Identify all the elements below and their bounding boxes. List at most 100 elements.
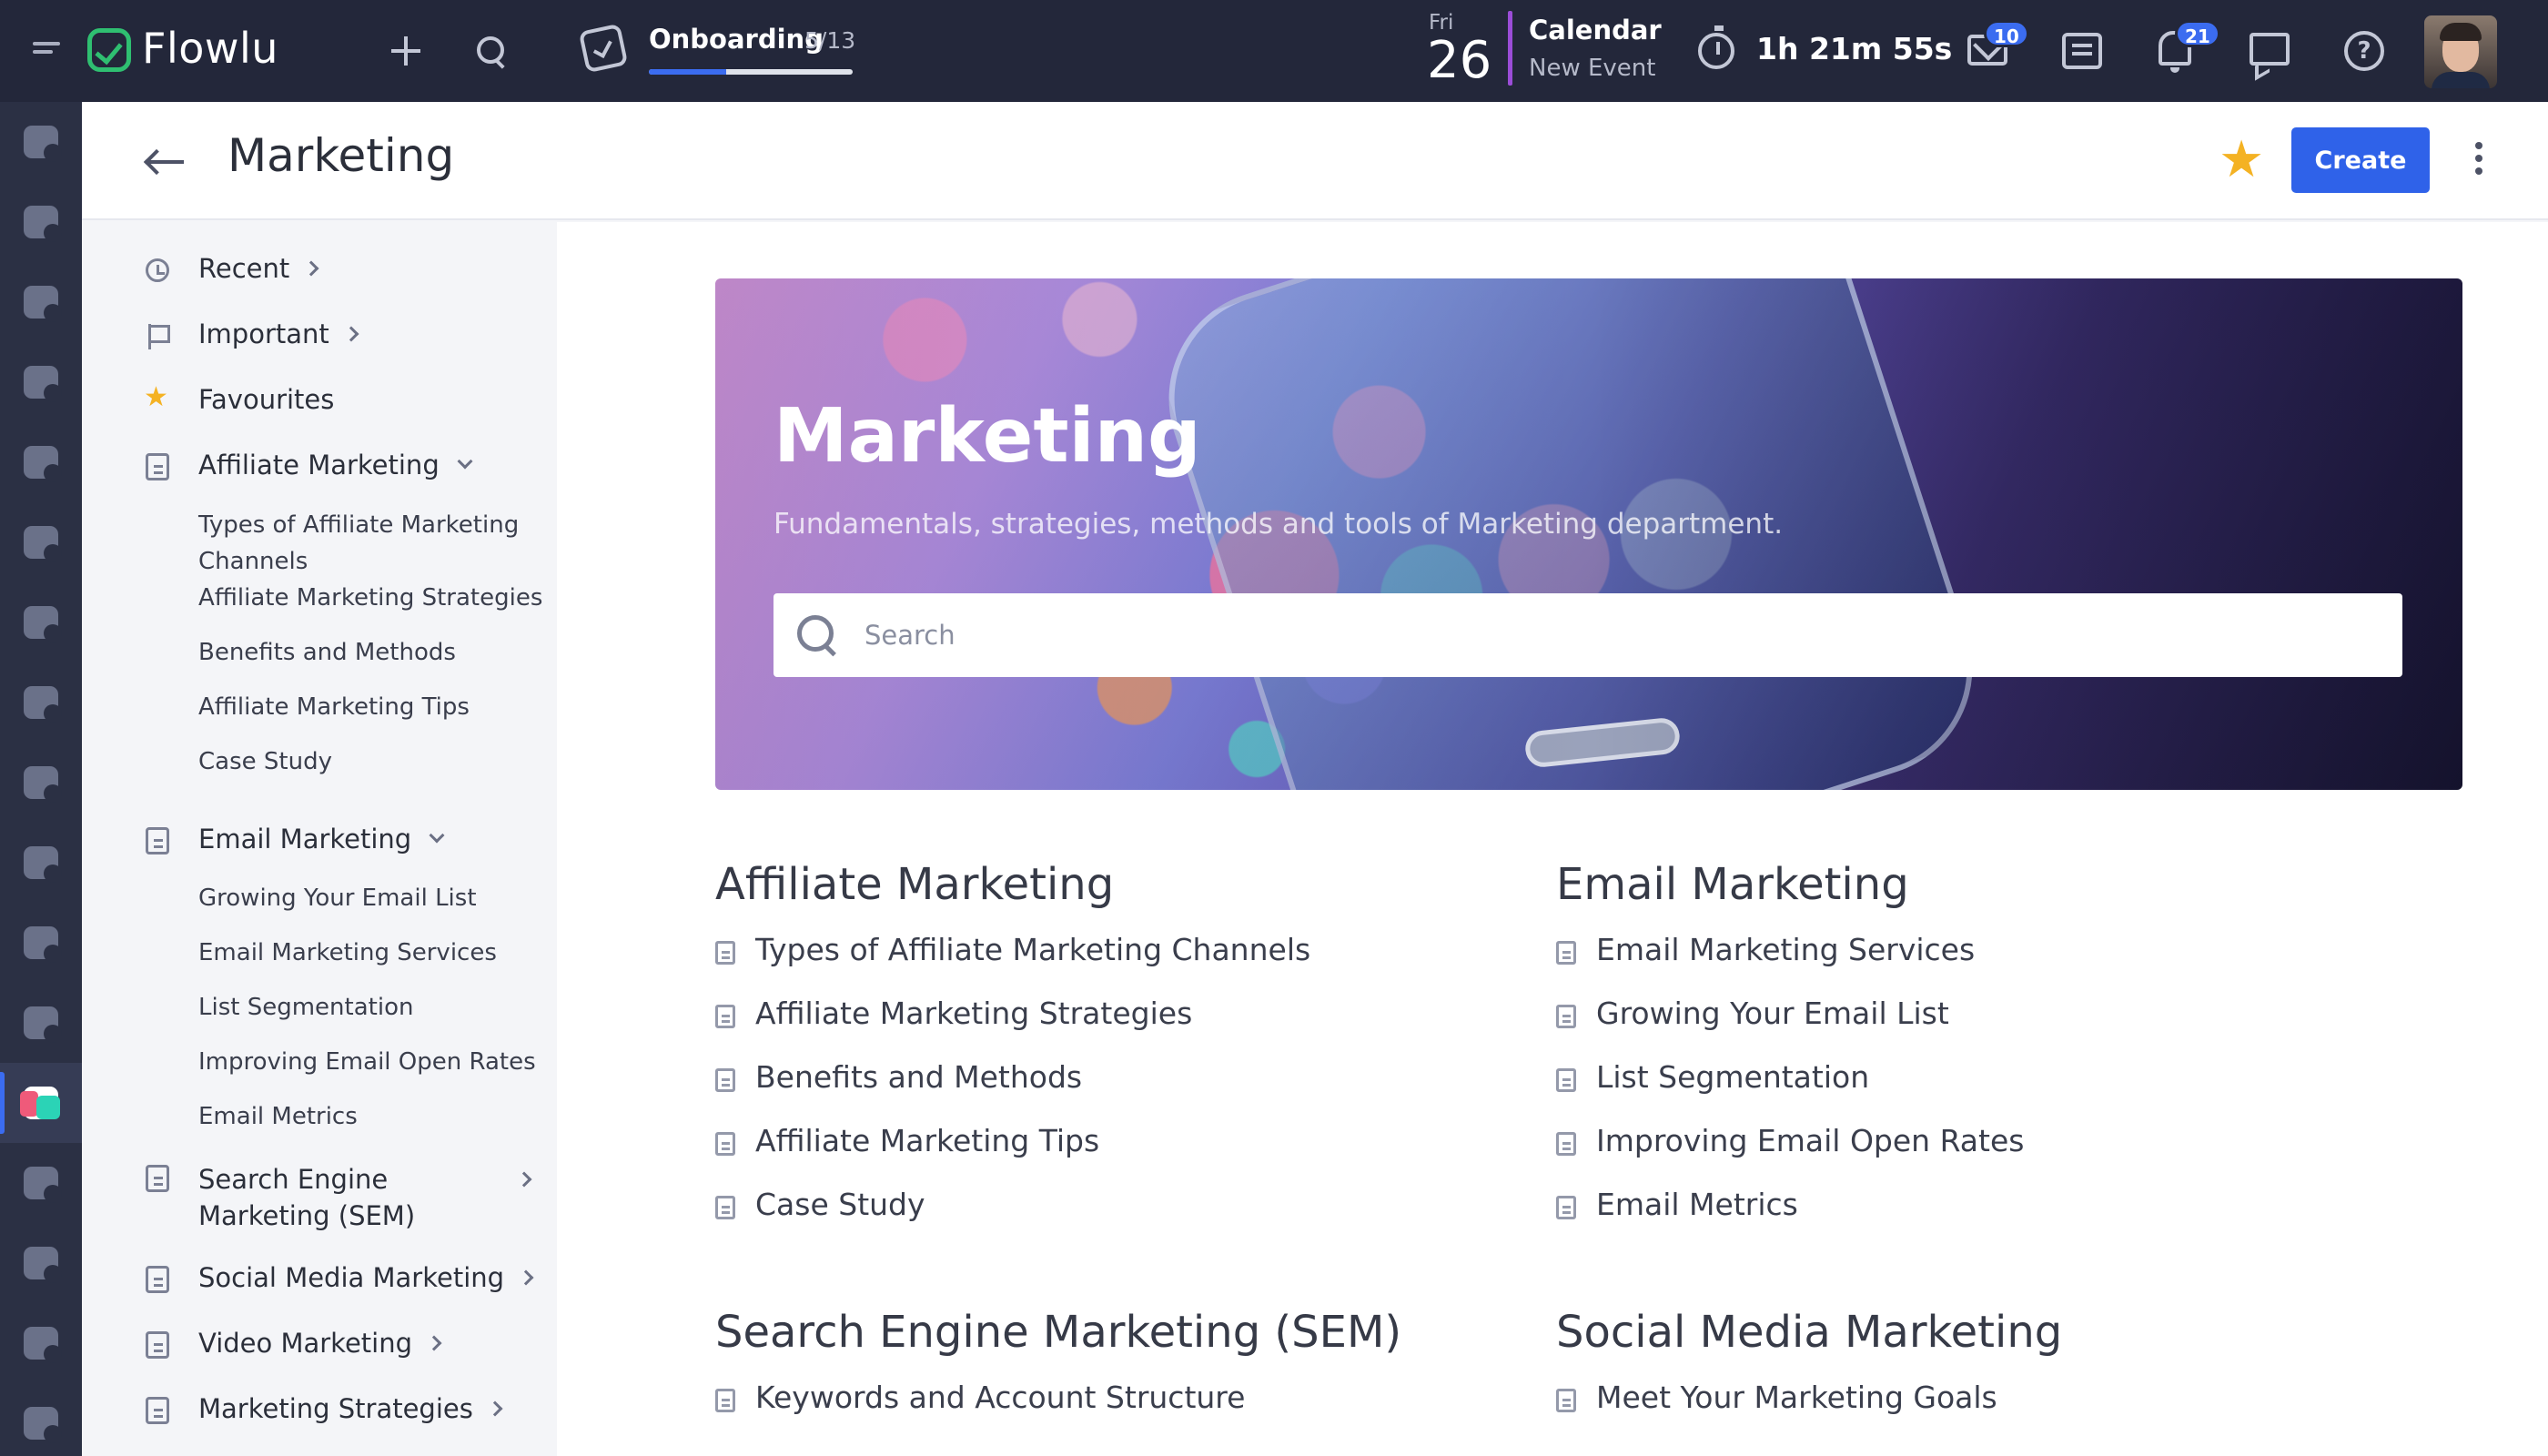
article-link[interactable]: Growing Your Email List (1556, 996, 2375, 1059)
module-icon (24, 286, 62, 322)
rail-item-4[interactable] (0, 342, 82, 422)
section-title[interactable]: Search Engine Marketing (SEM) (715, 1307, 1534, 1358)
tree-label: Marketing Strategies (198, 1393, 473, 1424)
module-icon (24, 846, 62, 883)
document-icon (146, 1331, 169, 1359)
chevron-right-icon (343, 326, 359, 342)
hero-subtitle: Fundamentals, strategies, methods and to… (774, 508, 1784, 541)
article-link[interactable]: Keywords and Account Structure (715, 1380, 1534, 1443)
search-icon[interactable] (475, 35, 508, 67)
document-icon (146, 1165, 169, 1192)
create-button[interactable]: Create (2291, 127, 2430, 193)
section-title[interactable]: Affiliate Marketing (715, 859, 1534, 910)
tree-subitem[interactable]: Growing Your Email List (198, 880, 544, 916)
chevron-right-icon (518, 1269, 534, 1286)
tree-label: Email Marketing (198, 824, 412, 854)
notes-icon[interactable] (2062, 33, 2102, 69)
rail-item-8[interactable] (0, 662, 82, 743)
rail-item-1[interactable] (0, 102, 82, 182)
rail-item-12[interactable] (0, 983, 82, 1063)
section-title[interactable]: Email Marketing (1556, 859, 2375, 910)
section-social-media-marketing: Social Media Marketing Meet Your Marketi… (1556, 1307, 2375, 1443)
tree-subitem[interactable]: Benefits and Methods (198, 634, 544, 671)
article-link[interactable]: Case Study (715, 1187, 1534, 1250)
page-title: Marketing (228, 129, 455, 182)
module-icon (24, 126, 62, 162)
section-title[interactable]: Social Media Marketing (1556, 1307, 2375, 1358)
tree-subitem[interactable]: Email Marketing Services (198, 935, 544, 971)
tree-subitem[interactable]: Improving Email Open Rates (198, 1044, 544, 1080)
module-icon (24, 526, 62, 562)
timer-value[interactable]: 1h 21m 55s (1756, 31, 1952, 66)
help-icon[interactable]: ? (2344, 31, 2384, 71)
search-box[interactable] (774, 593, 2402, 677)
rail-item-17[interactable] (0, 1383, 82, 1456)
flowlu-logo-icon[interactable] (87, 28, 131, 72)
document-icon (146, 827, 169, 854)
document-icon (1556, 1005, 1576, 1028)
rail-item-10[interactable] (0, 823, 82, 903)
onboarding-progress-bar (649, 69, 853, 75)
article-link[interactable]: Improving Email Open Rates (1556, 1123, 2375, 1187)
rail-item-5[interactable] (0, 422, 82, 502)
page-header: Marketing ★ Create (82, 102, 2548, 220)
rail-item-6[interactable] (0, 502, 82, 582)
document-icon (715, 1196, 735, 1219)
tree-label: Search Engine Marketing (SEM) (198, 1164, 416, 1231)
onboarding-icon[interactable] (578, 23, 629, 74)
history-icon (146, 258, 169, 282)
app-name[interactable]: Flowlu (142, 24, 278, 73)
calendar-title[interactable]: Calendar (1529, 15, 1662, 46)
document-icon (146, 1266, 169, 1293)
favourite-star-icon[interactable]: ★ (2219, 133, 2264, 187)
rail-item-14[interactable] (0, 1143, 82, 1223)
module-icon (24, 926, 62, 963)
module-icon (24, 446, 62, 482)
rail-item-knowledge-base[interactable] (0, 1063, 82, 1143)
chat-icon[interactable] (2250, 33, 2290, 66)
user-avatar[interactable] (2424, 15, 2497, 88)
search-input[interactable] (864, 593, 2375, 677)
article-link[interactable]: List Segmentation (1556, 1059, 2375, 1123)
back-arrow-icon[interactable] (144, 149, 184, 175)
tree-label: Important (198, 318, 329, 349)
menu-icon[interactable] (33, 42, 66, 62)
chevron-right-icon (303, 260, 319, 277)
article-link[interactable]: Affiliate Marketing Tips (715, 1123, 1534, 1187)
tree-subitem[interactable]: List Segmentation (198, 989, 544, 1026)
module-icon (24, 686, 62, 723)
more-options-icon[interactable] (2473, 142, 2484, 182)
rail-item-3[interactable] (0, 262, 82, 342)
article-link[interactable]: Email Metrics (1556, 1187, 2375, 1250)
plus-icon[interactable] (388, 33, 424, 69)
article-link[interactable]: Benefits and Methods (715, 1059, 1534, 1123)
rail-item-16[interactable] (0, 1303, 82, 1383)
tree-label: Recent (198, 253, 290, 284)
tree-subitem[interactable]: Types of Affiliate Marketing Channels (198, 507, 544, 580)
document-icon (1556, 941, 1576, 965)
rail-item-2[interactable] (0, 182, 82, 262)
knowledge-base-tree: Recent Important ★ Favourites Affiliate … (82, 222, 555, 1456)
article-link[interactable]: Affiliate Marketing Strategies (715, 996, 1534, 1059)
rail-item-11[interactable] (0, 903, 82, 983)
onboarding-count: 5/13 (804, 27, 856, 54)
module-icon (24, 1407, 62, 1443)
rail-item-9[interactable] (0, 743, 82, 823)
search-icon (797, 615, 837, 655)
module-icon (24, 1247, 62, 1283)
date-day-number[interactable]: 26 (1427, 33, 1491, 89)
section-affiliate-marketing: Affiliate Marketing Types of Affiliate M… (715, 859, 1534, 1250)
rail-item-7[interactable] (0, 582, 82, 662)
article-link[interactable]: Email Marketing Services (1556, 932, 2375, 996)
timer-icon[interactable] (1698, 25, 1734, 69)
article-link[interactable]: Meet Your Marketing Goals (1556, 1380, 2375, 1443)
tree-subitem[interactable]: Email Metrics (198, 1098, 544, 1135)
document-icon (715, 1005, 735, 1028)
rail-item-15[interactable] (0, 1223, 82, 1303)
article-link[interactable]: Types of Affiliate Marketing Channels (715, 932, 1534, 996)
tree-subitem[interactable]: Affiliate Marketing Tips (198, 689, 544, 725)
tree-subitem[interactable]: Case Study (198, 743, 544, 780)
tree-subitem[interactable]: Affiliate Marketing Strategies (198, 580, 544, 616)
onboarding-label[interactable]: Onboarding (649, 24, 824, 55)
calendar-new-event[interactable]: New Event (1529, 55, 1655, 82)
